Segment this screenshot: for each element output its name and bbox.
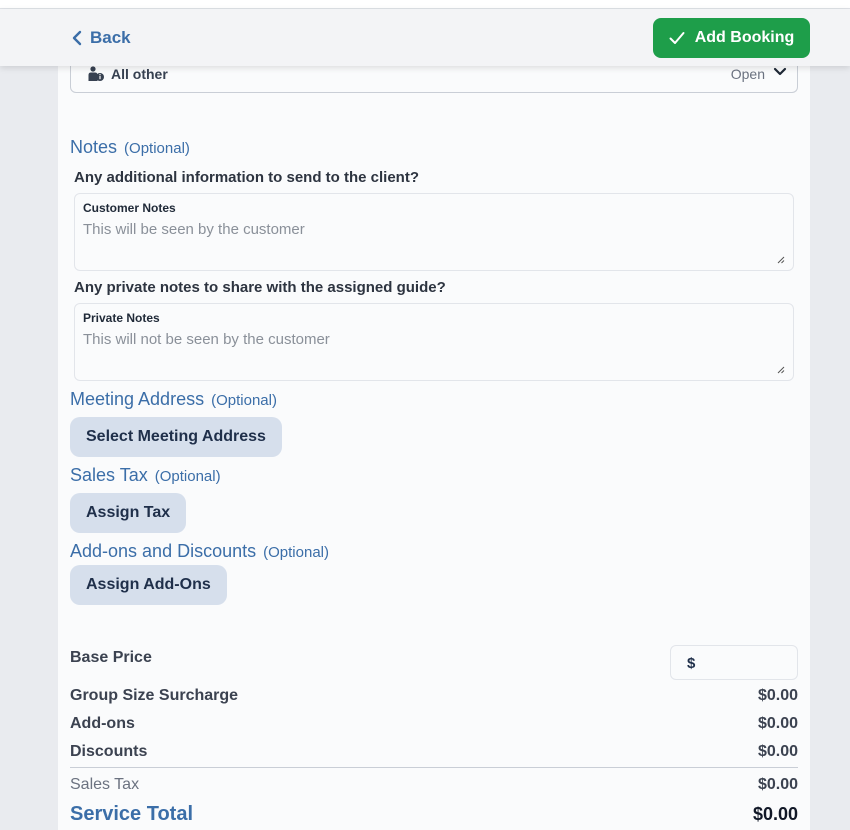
discounts-value: $0.00 <box>757 743 798 760</box>
service-total-value: $0.00 <box>752 804 798 824</box>
service-total-label: Service Total <box>70 803 194 825</box>
customer-notes-question: Any additional information to send to th… <box>74 169 419 186</box>
meeting-address-title: Meeting Address <box>70 389 205 409</box>
customer-notes-placeholder: This will be seen by the customer <box>83 221 305 238</box>
chevron-down-icon <box>773 67 787 76</box>
checkmark-icon <box>669 32 685 44</box>
base-price-input[interactable]: $ <box>670 645 798 680</box>
person-info-icon <box>88 66 104 81</box>
private-notes-field[interactable]: Private Notes This will not be seen by t… <box>74 303 794 381</box>
addons-price-value: $0.00 <box>757 715 798 732</box>
assign-addons-button[interactable]: Assign Add-Ons <box>70 565 227 605</box>
resize-handle-icon[interactable] <box>777 256 785 264</box>
chevron-left-icon <box>72 30 82 46</box>
back-button[interactable]: Back <box>72 28 131 48</box>
addons-section-title: Add-ons and Discounts (Optional) <box>70 541 329 562</box>
addons-optional: (Optional) <box>263 544 329 561</box>
sales-tax-section-title: Sales Tax (Optional) <box>70 465 221 486</box>
category-status: Open <box>730 66 765 82</box>
sales-tax-title: Sales Tax <box>70 465 148 485</box>
base-price-field[interactable] <box>701 650 791 676</box>
assign-tax-button[interactable]: Assign Tax <box>70 493 187 533</box>
private-notes-question: Any private notes to share with the assi… <box>74 279 446 296</box>
private-notes-placeholder: This will not be seen by the customer <box>83 331 330 348</box>
category-label: All other <box>111 66 168 82</box>
notes-title: Notes <box>70 137 118 157</box>
header-bar: Back Add Booking <box>0 9 850 66</box>
base-price-label: Base Price <box>70 649 152 666</box>
add-booking-button[interactable]: Add Booking <box>653 18 810 58</box>
addons-title: Add-ons and Discounts <box>70 541 257 561</box>
meeting-address-optional: (Optional) <box>211 392 277 409</box>
sales-tax-price-value: $0.00 <box>757 776 798 793</box>
group-surcharge-label: Group Size Surcharge <box>70 687 239 704</box>
customer-notes-label: Customer Notes <box>83 201 176 215</box>
discounts-label: Discounts <box>70 743 148 760</box>
private-notes-label: Private Notes <box>83 311 160 325</box>
totals-divider <box>70 767 798 768</box>
notes-section-title: Notes (Optional) <box>70 137 190 158</box>
resize-handle-icon[interactable] <box>777 366 785 374</box>
addons-price-label: Add-ons <box>70 715 135 732</box>
window-top-strip <box>0 0 850 9</box>
add-booking-label: Add Booking <box>694 29 795 46</box>
currency-symbol: $ <box>687 655 696 672</box>
group-surcharge-value: $0.00 <box>757 687 798 704</box>
meeting-address-section-title: Meeting Address (Optional) <box>70 389 277 410</box>
select-meeting-address-button[interactable]: Select Meeting Address <box>70 417 282 457</box>
back-label: Back <box>90 28 131 47</box>
sales-tax-optional: (Optional) <box>154 468 221 485</box>
customer-notes-field[interactable]: Customer Notes This will be seen by the … <box>74 193 794 271</box>
notes-optional: (Optional) <box>124 140 190 157</box>
sales-tax-price-label: Sales Tax <box>70 776 140 793</box>
